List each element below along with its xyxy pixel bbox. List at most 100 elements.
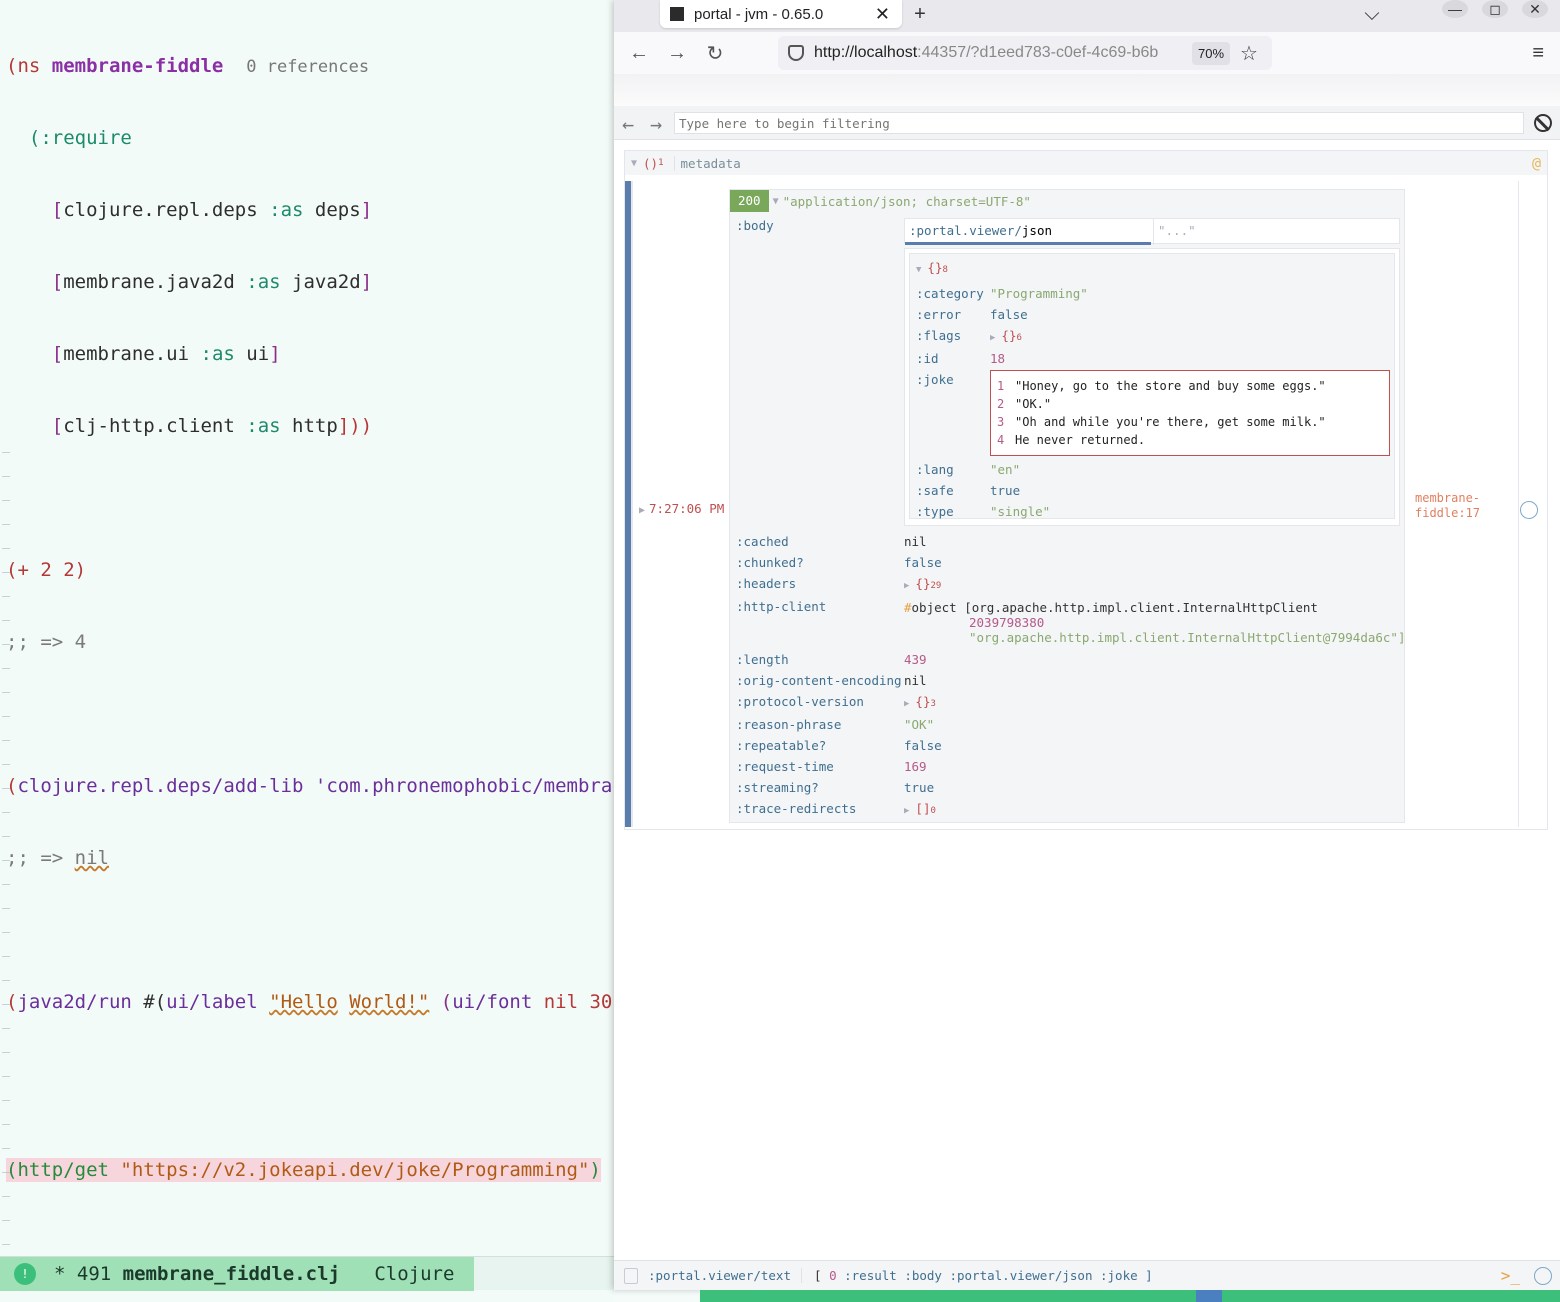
zoom-level-button[interactable]: 70% xyxy=(1192,41,1231,65)
collection-value[interactable]: ▶ {}3 xyxy=(904,694,936,709)
collection-value[interactable]: ▶ {}6 xyxy=(990,328,1022,343)
filter-input[interactable] xyxy=(674,112,1524,134)
json-value[interactable]: true xyxy=(990,483,1020,498)
response-map[interactable]: 200 ▼ "application/json; charset=UTF-8" … xyxy=(729,189,1406,823)
response-value[interactable]: ▶ {}3 xyxy=(904,694,936,709)
reload-icon[interactable]: ↻ xyxy=(702,40,728,66)
dep-name: membrane.ui xyxy=(63,343,190,365)
expand-triangle-icon[interactable]: ▶ xyxy=(904,806,909,816)
code-line-current[interactable]: (http/get "https://v2.jokeapi.dev/joke/P… xyxy=(6,1158,612,1182)
code-line: (clojure.repl.deps/add-lib 'com.phronemo… xyxy=(6,775,613,797)
expand-triangle-icon[interactable]: ▶ xyxy=(639,505,645,516)
at-icon[interactable]: @ xyxy=(1532,154,1541,172)
json-value[interactable]: 18 xyxy=(990,351,1005,366)
http-client-value[interactable]: #object [org.apache.http.impl.client.Int… xyxy=(904,600,1406,645)
code-buffer[interactable]: (ns membrane-fiddle 0 references (:requi… xyxy=(6,6,612,1230)
json-value[interactable]: ▶ {}6 xyxy=(990,328,1022,343)
minimize-window-icon[interactable]: — xyxy=(1442,0,1468,18)
footer-viewer[interactable]: :portal.viewer/text xyxy=(648,1268,802,1283)
dropdown-triangle-icon[interactable]: ▼ xyxy=(773,196,779,207)
response-key: :protocol-version xyxy=(736,694,864,709)
expand-triangle-icon[interactable]: ▼ xyxy=(631,158,637,169)
response-value[interactable]: 169 xyxy=(904,759,927,774)
url-bar[interactable]: http://localhost:44357/?d1eed783-c0ef-4c… xyxy=(778,36,1272,70)
value: false xyxy=(904,738,942,753)
expand-triangle-icon[interactable]: ▶ xyxy=(904,699,909,709)
bookmark-star-icon[interactable]: ☆ xyxy=(1240,41,1258,66)
collection-value[interactable]: ▶ []0 xyxy=(904,801,936,816)
timestamp[interactable]: ▶ 7:27:06 PM xyxy=(639,501,724,516)
dep-name: membrane.java2d xyxy=(63,271,235,293)
source-location[interactable]: membrane-fiddle:17 xyxy=(1415,491,1505,521)
close-window-icon[interactable]: ✕ xyxy=(1522,0,1548,18)
label-string-part: "Hello xyxy=(269,991,338,1013)
shield-icon[interactable] xyxy=(788,45,804,61)
back-arrow-icon[interactable]: ← xyxy=(626,40,652,66)
json-value[interactable]: "Programming" xyxy=(990,286,1088,301)
new-tab-button[interactable]: + xyxy=(906,0,934,28)
response-value[interactable]: ▶ []0 xyxy=(904,801,936,816)
response-value[interactable]: ▶ {}29 xyxy=(904,576,941,591)
bookmarks-toolbar xyxy=(614,74,1560,106)
json-viewer: ▼ {}8 :category "Programming":error false:f… xyxy=(904,248,1400,526)
as-keyword: :as xyxy=(246,271,281,293)
response-value[interactable]: nil xyxy=(904,534,927,549)
close-tab-icon[interactable]: ✕ xyxy=(875,4,890,25)
expand-triangle-icon[interactable]: ▶ xyxy=(904,581,909,591)
command-prompt-icon[interactable]: >_ xyxy=(1501,1266,1520,1285)
collection-value[interactable]: ▶ {}29 xyxy=(904,576,941,591)
response-key: :orig-content-encoding xyxy=(736,673,902,688)
list-tabs-icon[interactable]: ⌵ xyxy=(1358,0,1386,28)
json-map-header[interactable]: ▼ {}8 xyxy=(916,260,948,275)
json-value[interactable]: "single" xyxy=(990,504,1050,519)
mode-line-block: ! * 491 membrane_fiddle.clj Clojure xyxy=(0,1257,474,1291)
copy-icon[interactable] xyxy=(624,1267,638,1284)
runtime-icon[interactable] xyxy=(1520,501,1538,519)
collection-braces: {} xyxy=(1001,328,1017,343)
runtime-icon[interactable] xyxy=(1534,1266,1552,1285)
metadata-collection: () xyxy=(643,155,659,171)
response-value[interactable]: nil xyxy=(904,673,927,688)
highlighted-expression[interactable]: (http/get "https://v2.jokeapi.dev/joke/P… xyxy=(6,1158,601,1182)
emacs-editor[interactable]: (ns membrane-fiddle 0 references (:requi… xyxy=(0,0,614,1302)
hamburger-menu-icon[interactable]: ≡ xyxy=(1532,42,1544,65)
value: nil xyxy=(904,673,927,688)
response-key: :cached xyxy=(736,534,789,549)
closing-brackets: ])) xyxy=(337,415,373,437)
map-count: 8 xyxy=(942,265,948,275)
http-get-fn: http/get xyxy=(17,1159,109,1181)
value: true xyxy=(904,780,935,795)
history-forward-icon[interactable]: → xyxy=(650,112,662,136)
response-value[interactable]: "OK" xyxy=(904,717,934,732)
response-value[interactable]: true xyxy=(904,780,934,795)
filter-bar: ← → xyxy=(614,106,1560,140)
add-lib-arg: 'com.phronemophobic/membra xyxy=(314,775,613,797)
joke-lines[interactable]: 1 "Honey, go to the store and buy some eg… xyxy=(990,370,1390,456)
metadata-row[interactable]: ▼ () 1 metadata @ xyxy=(625,151,1547,175)
log-entry[interactable]: ▼ () 1 metadata @ ▶ 7:27:06 PM membrane-fi… xyxy=(624,150,1548,830)
response-value[interactable]: 439 xyxy=(904,652,927,667)
maximize-window-icon[interactable]: ◻ xyxy=(1482,0,1508,18)
json-key: :error xyxy=(916,307,962,322)
dep-alias: ui xyxy=(246,343,270,365)
response-value[interactable]: false xyxy=(904,555,942,570)
json-map[interactable]: ▼ {}8 :category "Programming":error false:f… xyxy=(909,253,1395,519)
forward-arrow-icon[interactable]: → xyxy=(664,40,690,66)
divider xyxy=(1518,181,1519,827)
response-value[interactable]: false xyxy=(904,738,942,753)
expand-triangle-icon[interactable]: ▶ xyxy=(990,333,995,343)
ns-form-open: (ns xyxy=(6,55,52,77)
history-back-icon[interactable]: ← xyxy=(622,112,634,136)
clear-ban-icon[interactable] xyxy=(1534,114,1552,132)
json-value[interactable]: false xyxy=(990,307,1028,322)
json-value[interactable]: "en" xyxy=(990,462,1020,477)
browser-tab[interactable]: portal - jvm - 0.65.0 ✕ xyxy=(660,0,902,28)
url-text[interactable]: http://localhost:44357/?d1eed783-c0ef-4c… xyxy=(814,44,1184,62)
tab-json-viewer[interactable]: :portal.viewer/json xyxy=(905,219,1151,245)
response-key: :trace-redirects xyxy=(736,801,857,816)
json-key: :type xyxy=(916,504,954,519)
font-fn: ui/font xyxy=(452,991,533,1013)
tab-more-viewers[interactable]: "..." xyxy=(1153,219,1399,245)
tab-bar: portal - jvm - 0.65.0 ✕ + ⌵ — ◻ ✕ xyxy=(614,0,1560,32)
ns-name: membrane-fiddle xyxy=(51,55,224,77)
